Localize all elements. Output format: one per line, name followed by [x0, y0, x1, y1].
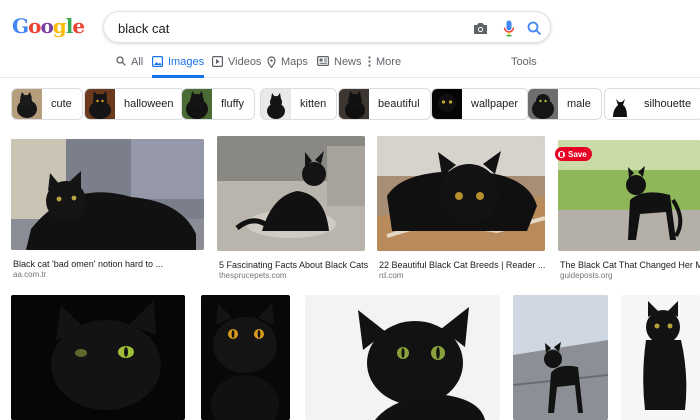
image-result[interactable] — [201, 295, 290, 420]
camera-icon[interactable] — [471, 19, 489, 37]
result-source: aa.com.tr — [13, 270, 47, 279]
result-thumbnail — [217, 136, 365, 251]
chip-beautiful[interactable]: beautiful — [338, 88, 431, 120]
result-thumbnail — [305, 295, 500, 420]
chip-fluffy[interactable]: fluffy — [181, 88, 256, 120]
search-tabs: All Images Videos Maps News More Tools — [0, 52, 700, 78]
chip-label: halloween — [124, 98, 174, 110]
chip-label: beautiful — [378, 98, 420, 110]
chip-label: kitten — [300, 98, 327, 110]
chip-thumbnail — [605, 89, 635, 119]
map-pin-icon — [267, 56, 276, 68]
chip-label: silhouette — [644, 98, 692, 110]
related-search-chips: cute halloween fluffy kitten beautiful w… — [0, 88, 700, 122]
result-thumbnail — [11, 139, 204, 250]
image-result[interactable] — [621, 295, 700, 420]
tab-news[interactable]: News — [317, 56, 362, 78]
chip-thumbnail — [261, 89, 291, 119]
save-label: Save — [568, 149, 587, 159]
result-source: guideposts.org — [560, 271, 613, 280]
pinterest-save-button[interactable]: Save — [555, 147, 592, 161]
search-icon[interactable] — [525, 19, 543, 37]
image-result[interactable] — [305, 295, 500, 420]
chip-label: cute — [51, 98, 72, 110]
tab-news-label: News — [334, 56, 362, 68]
search-box — [103, 11, 551, 43]
tab-all-label: All — [131, 56, 144, 68]
tab-videos[interactable]: Videos — [212, 56, 261, 78]
result-caption: The Black Cat That Changed Her Mind — [560, 260, 700, 270]
chip-halloween[interactable]: halloween — [84, 88, 185, 120]
result-thumbnail — [377, 136, 545, 251]
tab-maps-label: Maps — [281, 56, 308, 68]
result-thumbnail — [11, 295, 185, 420]
chip-kitten[interactable]: kitten — [260, 88, 338, 120]
chip-wallpaper[interactable]: wallpaper — [431, 88, 530, 120]
chip-thumbnail — [528, 89, 558, 119]
tab-videos-label: Videos — [228, 56, 262, 68]
chip-male[interactable]: male — [527, 88, 602, 120]
result-thumbnail — [201, 295, 290, 420]
chip-thumbnail — [85, 89, 115, 119]
result-caption: Black cat 'bad omen' notion hard to ... — [13, 259, 164, 269]
tab-all[interactable]: All — [116, 56, 143, 78]
tab-more-label: More — [376, 56, 402, 68]
chip-thumbnail — [182, 89, 212, 119]
tab-maps[interactable]: Maps — [267, 56, 308, 78]
chip-label: wallpaper — [471, 98, 519, 110]
chip-thumbnail — [432, 89, 462, 119]
image-result[interactable]: 22 Beautiful Black Cat Breeds | Reader .… — [377, 136, 546, 280]
chip-silhouette[interactable]: silhouette — [604, 88, 700, 120]
image-result[interactable] — [11, 295, 185, 420]
result-caption: 5 Fascinating Facts About Black Cats — [219, 260, 369, 270]
result-source: rd.com — [379, 271, 404, 280]
google-doodle-logo[interactable]: Google — [12, 14, 85, 40]
chip-cute[interactable]: cute — [11, 88, 83, 120]
header: Google All Images Videos Maps — [0, 0, 700, 78]
chip-thumbnail — [12, 89, 42, 119]
video-icon — [212, 56, 223, 67]
news-icon — [317, 56, 329, 66]
chip-thumbnail — [339, 89, 369, 119]
microphone-icon[interactable] — [500, 19, 518, 37]
search-icon — [116, 56, 126, 66]
image-result[interactable]: 5 Fascinating Facts About Black Cats the… — [217, 136, 369, 280]
tab-images[interactable]: Images — [152, 56, 205, 78]
image-result[interactable]: Black cat 'bad omen' notion hard to ... … — [11, 139, 204, 279]
image-icon — [152, 56, 163, 67]
tools-label: Tools — [511, 56, 537, 68]
image-result[interactable] — [513, 295, 608, 420]
result-thumbnail — [621, 295, 700, 420]
tab-more[interactable]: More — [368, 56, 401, 78]
pinterest-icon — [558, 150, 565, 158]
tab-images-label: Images — [168, 56, 205, 68]
search-input[interactable] — [118, 19, 448, 37]
tools-button[interactable]: Tools — [511, 56, 537, 78]
result-caption: 22 Beautiful Black Cat Breeds | Reader .… — [379, 260, 546, 270]
chip-label: male — [567, 98, 591, 110]
chip-label: fluffy — [221, 98, 245, 110]
result-thumbnail — [513, 295, 608, 420]
result-source: thesprucepets.com — [219, 271, 287, 280]
more-vert-icon — [368, 56, 371, 67]
